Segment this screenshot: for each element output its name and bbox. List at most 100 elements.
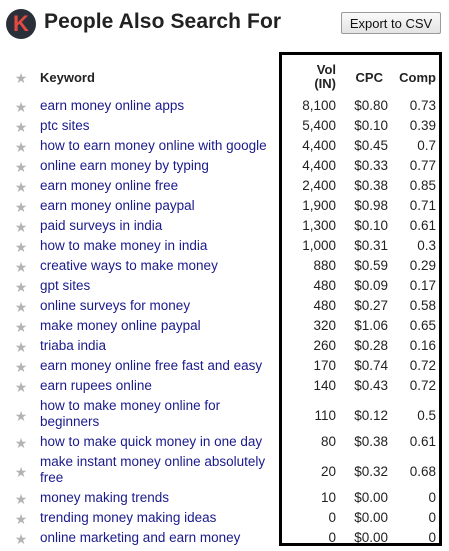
competition-cell: 0.68 (409, 464, 436, 479)
cpc-cell: $0.38 (354, 434, 388, 449)
competition-cell: 0.58 (409, 298, 436, 313)
cpc-cell: $0.31 (354, 238, 388, 253)
star-icon[interactable]: ★ (14, 240, 28, 254)
star-icon[interactable]: ★ (14, 465, 28, 479)
volume-cell: 1,000 (302, 238, 336, 253)
keyword-link[interactable]: creative ways to make money (40, 258, 276, 274)
competition-column-header: Comp (399, 70, 436, 85)
cpc-cell: $0.74 (354, 358, 388, 373)
competition-cell: 0.16 (409, 338, 436, 353)
cpc-cell: $0.38 (354, 178, 388, 193)
cpc-cell: $0.12 (354, 408, 388, 423)
keyword-link[interactable]: earn money online apps (40, 98, 276, 114)
keyword-link[interactable]: online earn money by typing (40, 158, 276, 174)
volume-cell: 880 (313, 258, 336, 273)
star-icon[interactable]: ★ (14, 180, 28, 194)
volume-cell: 10 (320, 490, 336, 505)
volume-cell: 1,900 (302, 198, 336, 213)
competition-cell: 0.39 (409, 118, 436, 133)
keyword-link[interactable]: paid surveys in india (40, 218, 276, 234)
star-icon[interactable]: ★ (14, 220, 28, 234)
star-icon[interactable]: ★ (14, 320, 28, 334)
volume-cell: 1,300 (302, 218, 336, 233)
star-icon[interactable]: ★ (14, 409, 28, 423)
volume-header-line1: Vol (316, 62, 336, 77)
star-icon[interactable]: ★ (14, 532, 28, 546)
competition-cell: 0.72 (409, 358, 436, 373)
volume-cell: 320 (313, 318, 336, 333)
cpc-cell: $0.28 (354, 338, 388, 353)
competition-cell: 0.65 (409, 318, 436, 333)
keyword-link[interactable]: online surveys for money (40, 298, 276, 314)
keyword-link[interactable]: how to make money online for beginners (40, 398, 276, 429)
volume-cell: 2,400 (302, 178, 336, 193)
keyword-link[interactable]: earn rupees online (40, 378, 276, 394)
cpc-cell: $0.59 (354, 258, 388, 273)
competition-cell: 0 (428, 490, 436, 505)
export-csv-button[interactable]: Export to CSV (341, 12, 441, 34)
volume-header-line2: (IN) (314, 76, 336, 91)
keyword-link[interactable]: how to make quick money in one day (40, 434, 276, 450)
keyword-link[interactable]: money making trends (40, 490, 276, 506)
volume-cell: 5,400 (302, 118, 336, 133)
keyword-link[interactable]: make money online paypal (40, 318, 276, 334)
volume-cell: 8,100 (302, 98, 336, 113)
keyword-link[interactable]: earn money online free (40, 178, 276, 194)
cpc-cell: $0.45 (354, 138, 388, 153)
star-icon[interactable]: ★ (14, 340, 28, 354)
keyword-link[interactable]: how to make money in india (40, 238, 276, 254)
volume-cell: 20 (320, 464, 336, 479)
cpc-cell: $0.10 (354, 218, 388, 233)
competition-cell: 0.77 (409, 158, 436, 173)
star-icon[interactable]: ★ (14, 436, 28, 450)
competition-cell: 0.61 (409, 434, 436, 449)
star-icon[interactable]: ★ (14, 120, 28, 134)
star-icon[interactable]: ★ (14, 380, 28, 394)
cpc-cell: $0.80 (354, 98, 388, 113)
star-icon[interactable]: ★ (14, 140, 28, 154)
star-icon[interactable]: ★ (14, 300, 28, 314)
volume-cell: 110 (314, 408, 336, 423)
competition-cell: 0.85 (409, 178, 436, 193)
keyword-link[interactable]: earn money online paypal (40, 198, 276, 214)
volume-cell: 480 (313, 278, 336, 293)
star-icon[interactable]: ★ (14, 100, 28, 114)
competition-cell: 0.73 (409, 98, 436, 113)
cpc-cell: $0.33 (354, 158, 388, 173)
volume-cell: 0 (328, 510, 336, 525)
page-title: People Also Search For (44, 10, 282, 33)
competition-cell: 0.72 (409, 378, 436, 393)
star-icon[interactable]: ★ (14, 200, 28, 214)
volume-cell: 0 (328, 530, 336, 545)
star-icon[interactable]: ★ (14, 280, 28, 294)
competition-cell: 0.71 (409, 198, 436, 213)
competition-cell: 0.29 (409, 258, 436, 273)
star-icon[interactable]: ★ (14, 492, 28, 506)
keyword-link[interactable]: how to earn money online with google (40, 138, 276, 154)
competition-cell: 0.5 (417, 408, 436, 423)
star-all-icon[interactable]: ★ (14, 71, 28, 85)
star-icon[interactable]: ★ (14, 512, 28, 526)
star-icon[interactable]: ★ (14, 260, 28, 274)
keyword-link[interactable]: earn money online free fast and easy (40, 358, 276, 374)
cpc-cell: $0.27 (354, 298, 388, 313)
keyword-link[interactable]: triaba india (40, 338, 276, 354)
cpc-column-header: CPC (355, 70, 383, 85)
keyword-link[interactable]: make instant money online absolutely fre… (40, 454, 276, 485)
cpc-cell: $0.09 (354, 278, 388, 293)
volume-cell: 80 (320, 434, 336, 449)
keyword-link[interactable]: ptc sites (40, 118, 276, 134)
volume-column-header: Vol (IN) (300, 63, 336, 91)
keyword-link[interactable]: gpt sites (40, 278, 276, 294)
volume-cell: 140 (313, 378, 336, 393)
competition-cell: 0 (428, 510, 436, 525)
star-icon[interactable]: ★ (14, 160, 28, 174)
cpc-cell: $0.00 (354, 490, 388, 505)
competition-cell: 0.7 (417, 138, 436, 153)
star-icon[interactable]: ★ (14, 360, 28, 374)
cpc-cell: $0.10 (354, 118, 388, 133)
keyword-link[interactable]: trending money making ideas (40, 510, 276, 526)
cpc-cell: $0.00 (354, 530, 388, 545)
keyword-link[interactable]: online marketing and earn money (40, 530, 276, 546)
volume-cell: 170 (313, 358, 336, 373)
